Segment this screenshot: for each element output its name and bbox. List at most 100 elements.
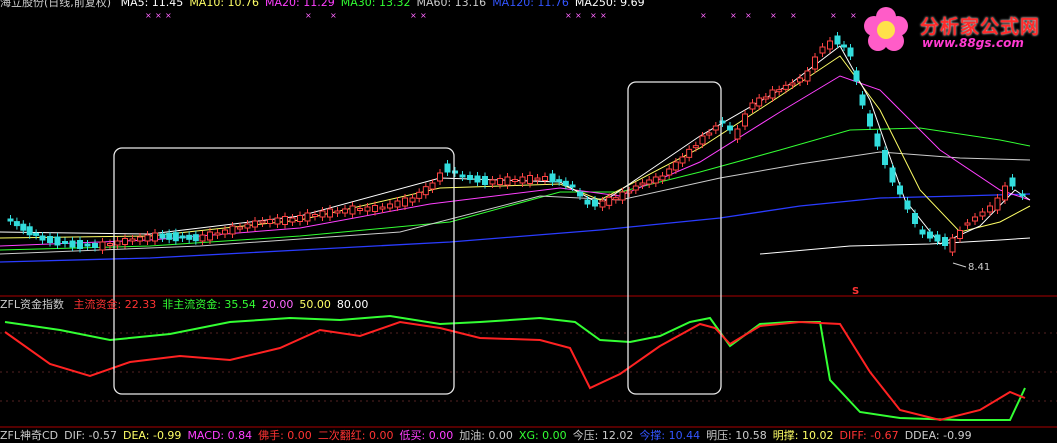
ma-legend-item-1: MA10: 10.76: [189, 0, 260, 9]
candle-body: [749, 102, 756, 110]
signal-x-marker: ×: [420, 11, 427, 20]
candle-body: [562, 180, 569, 186]
candle-body: [964, 222, 971, 226]
candle-body: [819, 46, 826, 54]
candle-body: [107, 243, 113, 246]
candle-body: [859, 94, 866, 106]
candle-body: [92, 243, 98, 248]
candle-body: [827, 40, 833, 50]
candle-body: [742, 113, 748, 127]
cd-legend-item-8: XG: 0.00: [518, 429, 567, 442]
indicator-title[interactable]: ZFL资金指数: [0, 298, 64, 311]
cd-legend-item-10: 今撑: 10.44: [639, 429, 701, 442]
signal-x-marker: ×: [305, 11, 312, 20]
candle-body: [692, 145, 699, 149]
candle-body: [429, 182, 436, 190]
candle-body: [686, 148, 693, 158]
fund-legend-item-2: 20.00: [261, 298, 294, 311]
cd-legend-item-11: 明压: 10.58: [706, 429, 767, 442]
highlight-box-2: [627, 81, 722, 395]
signal-x-marker: ×: [730, 11, 737, 20]
logo-url[interactable]: www.88gs.com: [922, 36, 1024, 50]
candle-body: [387, 203, 393, 209]
candle-body: [599, 200, 606, 208]
candle-body: [592, 199, 598, 207]
candle-body: [459, 174, 466, 178]
cd-indicator-legend: ZFL神奇CD DIF: -0.57 DEA: -0.99 MACD: 0.84 佛手:…: [0, 429, 984, 443]
candle-body: [646, 179, 653, 185]
candle-body: [756, 97, 763, 107]
signal-x-marker: ×: [850, 11, 857, 20]
candle-body: [672, 161, 679, 171]
candle-body: [334, 210, 341, 214]
candle-body: [99, 241, 106, 251]
site-logo: 分析家公式网 www.88gs.com: [858, 4, 1054, 56]
candle-body: [1002, 185, 1008, 201]
candle-body: [342, 208, 348, 214]
candle-body: [841, 44, 847, 48]
candle-body: [639, 182, 646, 186]
candle-body: [847, 47, 854, 57]
cd-legend-item-12: 明撑: 10.02: [772, 429, 834, 442]
candle-body: [679, 156, 686, 164]
candle-body: [712, 125, 719, 131]
signal-x-marker: ×: [700, 11, 707, 20]
candle-body: [62, 241, 68, 244]
candle-body: [949, 237, 956, 253]
candle-body: [192, 234, 199, 242]
price-legend-bar: 海立股份(日线,前复权) MA5: 11.45 MA10: 10.76 MA20: …: [0, 0, 657, 10]
signal-x-marker: ×: [590, 11, 597, 20]
candle-body: [957, 230, 963, 239]
ma-legend-item-5: MA120: 11.76: [492, 0, 569, 9]
candle-body: [122, 238, 128, 245]
ma-legend-item-2: MA20: 11.29: [265, 0, 335, 9]
candle-body: [994, 197, 1001, 211]
candle-body: [319, 210, 326, 218]
flower-logo-icon: [864, 7, 908, 51]
candle-body: [267, 219, 273, 224]
candle-body: [919, 229, 926, 235]
signal-x-marker: ×: [410, 11, 417, 20]
candle-body: [159, 233, 166, 239]
candle-body: [987, 205, 993, 213]
candle-body: [259, 220, 266, 224]
fund-legend-item-4: 80.00: [336, 298, 369, 311]
candle-body: [416, 191, 423, 199]
candle-body: [897, 185, 903, 195]
candle-body: [26, 226, 33, 236]
candle-body: [734, 128, 741, 140]
cd-legend-item-6: 低买: 0.00: [399, 429, 454, 442]
candle-body: [904, 200, 911, 210]
candle-body: [20, 223, 27, 231]
ma-legend-item-6: MA250: 9.69: [574, 0, 645, 9]
candle-body: [54, 236, 61, 246]
candle-body: [474, 175, 481, 183]
fund-legend-item-1: 非主流资金: 35.54: [162, 298, 256, 311]
candle-body: [912, 213, 918, 224]
candle-body: [632, 185, 639, 191]
candle-body: [13, 221, 20, 227]
cd-legend-item-0: ZFL神奇CD: [0, 429, 59, 442]
signal-x-marker: ×: [155, 11, 162, 20]
candle-body: [512, 179, 518, 182]
ma10-line: [0, 55, 1031, 239]
low-arrow: [952, 262, 967, 268]
candle-body: [666, 168, 673, 176]
candle-body: [144, 234, 151, 242]
candle-body: [699, 135, 706, 145]
signal-x-marker: ×: [145, 11, 152, 20]
candle-body: [166, 232, 173, 240]
candle-body: [497, 178, 503, 185]
cd-legend-item-4: 佛手: 0.00: [258, 429, 312, 442]
candle-body: [244, 223, 251, 229]
chart-canvas: × × × × × × × × × × × × × × × × × × S: [0, 11, 1057, 428]
candle-body: [762, 96, 769, 100]
candle-body: [482, 176, 488, 185]
candle-body: [84, 243, 91, 247]
candle-body: [237, 226, 243, 230]
candle-body: [584, 199, 591, 205]
candle-body: [444, 163, 451, 173]
signal-x-marker: ×: [165, 11, 172, 20]
candle-body: [402, 197, 408, 207]
fund-legend-item-3: 50.00: [299, 298, 331, 311]
